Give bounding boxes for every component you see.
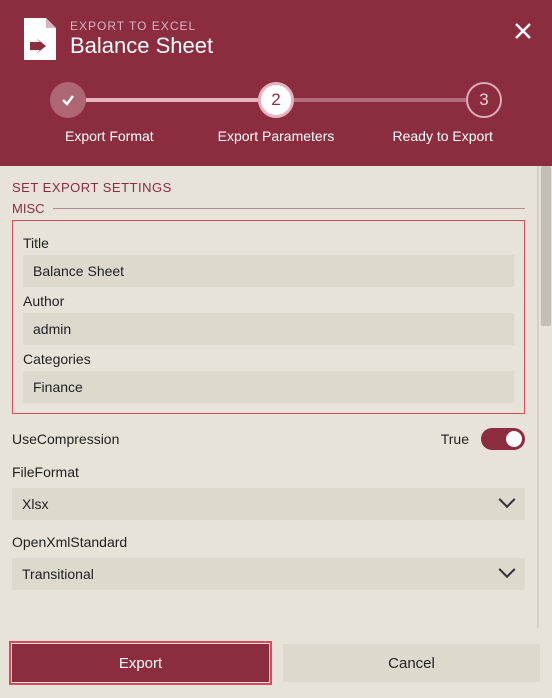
step-line-1 (86, 98, 258, 102)
export-button[interactable]: Export (12, 644, 269, 682)
header-title: Balance Sheet (70, 33, 213, 59)
step-1[interactable] (50, 82, 86, 118)
openxml-label: OpenXmlStandard (12, 534, 525, 550)
openxml-select[interactable]: Transitional (12, 558, 525, 590)
fileformat-label: FileFormat (12, 464, 525, 480)
header-subtitle: EXPORT TO EXCEL (70, 19, 213, 33)
close-button[interactable] (514, 22, 532, 45)
group-label-misc: MISC (12, 201, 45, 216)
header: EXPORT TO EXCEL Balance Sheet 2 3 Export… (0, 0, 552, 166)
step-line-2 (294, 98, 466, 102)
usecompression-value: True (441, 431, 469, 447)
step-3[interactable]: 3 (466, 82, 502, 118)
author-input[interactable] (23, 313, 514, 345)
author-label: Author (23, 293, 514, 309)
export-file-icon (22, 18, 56, 60)
wizard-steps: 2 3 (22, 82, 530, 118)
footer: Export Cancel (0, 628, 552, 698)
usecompression-toggle[interactable] (481, 428, 525, 450)
step-2[interactable]: 2 (258, 82, 294, 118)
step-label-2: Export Parameters (193, 128, 360, 144)
title-input[interactable] (23, 255, 514, 287)
highlighted-group: Title Author Categories (12, 220, 525, 414)
categories-input[interactable] (23, 371, 514, 403)
settings-panel: SET EXPORT SETTINGS MISC Title Author Ca… (0, 166, 538, 628)
categories-label: Categories (23, 351, 514, 367)
title-label: Title (23, 235, 514, 251)
check-icon (60, 92, 76, 108)
close-icon (514, 22, 532, 40)
cancel-button[interactable]: Cancel (283, 644, 540, 682)
scroll-thumb[interactable] (541, 166, 551, 326)
step-label-3: Ready to Export (359, 128, 526, 144)
step-label-1: Export Format (26, 128, 193, 144)
usecompression-label: UseCompression (12, 431, 441, 447)
section-heading: SET EXPORT SETTINGS (12, 180, 525, 195)
scrollbar[interactable] (538, 166, 552, 628)
fileformat-select[interactable]: Xlsx (12, 488, 525, 520)
